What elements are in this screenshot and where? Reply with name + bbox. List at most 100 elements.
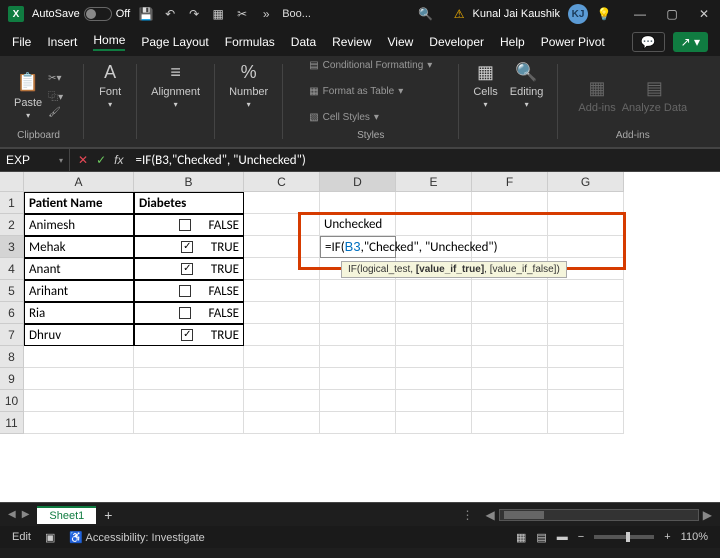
cell-C3[interactable] bbox=[244, 236, 320, 258]
cell-A8[interactable] bbox=[24, 346, 134, 368]
undo-icon[interactable]: ↶ bbox=[162, 6, 178, 22]
menu-data[interactable]: Data bbox=[291, 35, 316, 49]
menu-formulas[interactable]: Formulas bbox=[225, 35, 275, 49]
view-normal-icon[interactable]: ▦ bbox=[516, 531, 526, 544]
cell-G10[interactable] bbox=[548, 390, 624, 412]
cell-B10[interactable] bbox=[134, 390, 244, 412]
cell-D5[interactable] bbox=[320, 280, 396, 302]
qat-overflow-icon[interactable]: » bbox=[258, 6, 274, 22]
number-group[interactable]: % Number▾ bbox=[229, 60, 268, 143]
menu-file[interactable]: File bbox=[12, 35, 31, 49]
spreadsheet-grid[interactable]: ABCDEFG 1234567891011 Patient NameDiabet… bbox=[0, 172, 720, 502]
cell-A1[interactable]: Patient Name bbox=[24, 192, 134, 214]
col-header-A[interactable]: A bbox=[24, 172, 134, 192]
font-group[interactable]: A Font▾ bbox=[98, 60, 122, 143]
format-as-table-button[interactable]: ▦Format as Table ▾ bbox=[309, 80, 432, 102]
cut-small-icon[interactable]: ✂▾ bbox=[48, 73, 63, 84]
cell-A10[interactable] bbox=[24, 390, 134, 412]
comments-button[interactable]: 💬 bbox=[632, 32, 665, 52]
zoom-level[interactable]: 110% bbox=[681, 531, 708, 543]
cell-B1[interactable]: Diabetes bbox=[134, 192, 244, 214]
cell-C9[interactable] bbox=[244, 368, 320, 390]
cell-B5[interactable]: FALSE bbox=[134, 280, 244, 302]
cell-B4[interactable]: TRUE bbox=[134, 258, 244, 280]
cell-F2[interactable] bbox=[472, 214, 548, 236]
cell-G7[interactable] bbox=[548, 324, 624, 346]
menu-insert[interactable]: Insert bbox=[47, 35, 77, 49]
sheet-icon[interactable]: ▦ bbox=[210, 6, 226, 22]
autosave-toggle[interactable]: AutoSave Off bbox=[32, 7, 130, 21]
cell-E5[interactable] bbox=[396, 280, 472, 302]
paste-button[interactable]: 📋 Paste ▾ bbox=[14, 71, 42, 120]
sheet-nav-next-icon[interactable]: ▶ bbox=[22, 509, 30, 520]
cell-C5[interactable] bbox=[244, 280, 320, 302]
menu-home[interactable]: Home bbox=[93, 33, 125, 51]
cell-D9[interactable] bbox=[320, 368, 396, 390]
row-header-9[interactable]: 9 bbox=[0, 368, 24, 390]
cell-A11[interactable] bbox=[24, 412, 134, 434]
menu-help[interactable]: Help bbox=[500, 35, 525, 49]
save-icon[interactable]: 💾 bbox=[138, 6, 154, 22]
cells-group[interactable]: ▦ Cells▾ bbox=[473, 60, 497, 143]
analyze-data-button[interactable]: ▤ Analyze Data bbox=[622, 76, 687, 114]
cell-E11[interactable] bbox=[396, 412, 472, 434]
minimize-icon[interactable]: — bbox=[632, 6, 648, 22]
fx-icon[interactable]: fx bbox=[114, 153, 123, 167]
row-header-1[interactable]: 1 bbox=[0, 192, 24, 214]
col-header-E[interactable]: E bbox=[396, 172, 472, 192]
cell-G1[interactable] bbox=[548, 192, 624, 214]
addins-button[interactable]: ▦ Add-ins bbox=[578, 76, 615, 114]
scroll-left-icon[interactable]: ◀ bbox=[486, 508, 495, 522]
row-header-4[interactable]: 4 bbox=[0, 258, 24, 280]
cell-E10[interactable] bbox=[396, 390, 472, 412]
cell-A5[interactable]: Arihant bbox=[24, 280, 134, 302]
cell-E6[interactable] bbox=[396, 302, 472, 324]
cell-B2[interactable]: FALSE bbox=[134, 214, 244, 236]
cell-C4[interactable] bbox=[244, 258, 320, 280]
cell-F7[interactable] bbox=[472, 324, 548, 346]
cell-C8[interactable] bbox=[244, 346, 320, 368]
accessibility-button[interactable]: ♿ Accessibility: Investigate bbox=[69, 531, 204, 544]
row-header-6[interactable]: 6 bbox=[0, 302, 24, 324]
chevron-down-icon[interactable]: ▾ bbox=[59, 156, 63, 165]
cell-A2[interactable]: Animesh bbox=[24, 214, 134, 236]
cell-G5[interactable] bbox=[548, 280, 624, 302]
menu-developer[interactable]: Developer bbox=[429, 35, 484, 49]
row-header-2[interactable]: 2 bbox=[0, 214, 24, 236]
menu-review[interactable]: Review bbox=[332, 35, 371, 49]
row-header-8[interactable]: 8 bbox=[0, 346, 24, 368]
redo-icon[interactable]: ↷ bbox=[186, 6, 202, 22]
tab-split-icon[interactable]: ⋮ bbox=[462, 508, 474, 522]
cell-D7[interactable] bbox=[320, 324, 396, 346]
cell-A7[interactable]: Dhruv bbox=[24, 324, 134, 346]
copy-small-icon[interactable]: ⿻▾ bbox=[48, 88, 63, 103]
checkbox-icon[interactable] bbox=[179, 219, 191, 231]
zoom-slider[interactable] bbox=[594, 535, 654, 539]
cell-F8[interactable] bbox=[472, 346, 548, 368]
menu-power-pivot[interactable]: Power Pivot bbox=[541, 35, 605, 49]
col-header-G[interactable]: G bbox=[548, 172, 624, 192]
cell-F11[interactable] bbox=[472, 412, 548, 434]
menu-page-layout[interactable]: Page Layout bbox=[141, 35, 208, 49]
cell-G3[interactable] bbox=[548, 236, 624, 258]
checkbox-icon[interactable] bbox=[179, 307, 191, 319]
col-header-F[interactable]: F bbox=[472, 172, 548, 192]
cell-A4[interactable]: Anant bbox=[24, 258, 134, 280]
enter-formula-icon[interactable]: ✓ bbox=[96, 153, 106, 167]
cell-G9[interactable] bbox=[548, 368, 624, 390]
cell-E7[interactable] bbox=[396, 324, 472, 346]
formula-input[interactable]: =IF(B3,"Checked", "Unchecked") bbox=[131, 153, 720, 168]
editing-group[interactable]: 🔍 Editing▾ bbox=[510, 60, 544, 143]
cell-D6[interactable] bbox=[320, 302, 396, 324]
cell-A6[interactable]: Ria bbox=[24, 302, 134, 324]
view-layout-icon[interactable]: ▤ bbox=[536, 531, 546, 544]
menu-view[interactable]: View bbox=[388, 35, 414, 49]
cell-G6[interactable] bbox=[548, 302, 624, 324]
share-button[interactable]: ↗ ▾ bbox=[673, 32, 708, 52]
checkbox-icon[interactable] bbox=[181, 263, 193, 275]
cell-B7[interactable]: TRUE bbox=[134, 324, 244, 346]
cell-A9[interactable] bbox=[24, 368, 134, 390]
cell-styles-button[interactable]: ▧Cell Styles ▾ bbox=[309, 106, 432, 128]
col-header-D[interactable]: D bbox=[320, 172, 396, 192]
cell-F5[interactable] bbox=[472, 280, 548, 302]
